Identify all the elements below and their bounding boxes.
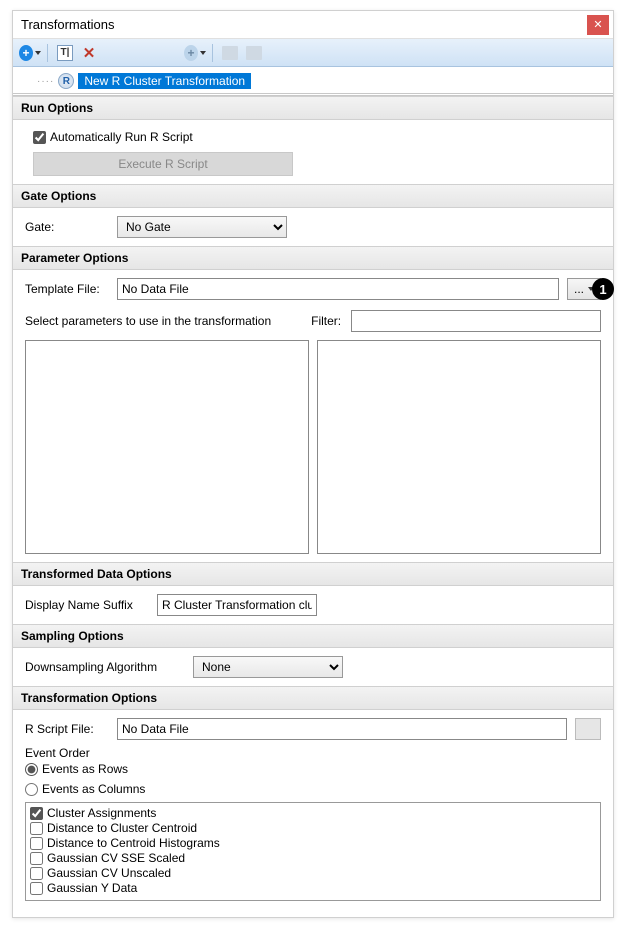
- output-option-label: Gaussian Y Data: [47, 881, 137, 895]
- output-option[interactable]: Distance to Centroid Histograms: [30, 836, 596, 850]
- output-option-checkbox[interactable]: [30, 882, 43, 895]
- gate-select[interactable]: No Gate: [117, 216, 287, 238]
- events-as-columns-input[interactable]: [25, 783, 38, 796]
- action-icon: [222, 46, 238, 60]
- output-options-list: Cluster Assignments Distance to Cluster …: [25, 802, 601, 901]
- chevron-down-icon: [200, 51, 206, 55]
- output-option[interactable]: Gaussian CV Unscaled: [30, 866, 596, 880]
- output-option-label: Distance to Centroid Histograms: [47, 836, 220, 850]
- text-edit-icon: T|: [57, 45, 73, 61]
- transformation-options-body: R Script File: Event Order Events as Row…: [13, 710, 613, 909]
- output-option-label: Cluster Assignments: [47, 806, 156, 820]
- chevron-down-icon: [35, 51, 41, 55]
- delete-button[interactable]: ✕: [78, 42, 100, 64]
- action-icon: [246, 46, 262, 60]
- filter-input[interactable]: [351, 310, 601, 332]
- window-title: Transformations: [21, 17, 587, 32]
- close-icon: ✕: [593, 18, 602, 31]
- titlebar: Transformations ✕: [13, 11, 613, 39]
- close-button[interactable]: ✕: [587, 15, 609, 35]
- transformation-options-header: Transformation Options: [13, 686, 613, 710]
- template-file-input[interactable]: [117, 278, 559, 300]
- downsampling-select[interactable]: None: [193, 656, 343, 678]
- r-icon: R: [58, 73, 74, 89]
- r-script-file-input[interactable]: [117, 718, 567, 740]
- r-script-browse-button[interactable]: [575, 718, 601, 740]
- toolbar-action-a[interactable]: [219, 42, 241, 64]
- gate-label: Gate:: [25, 220, 109, 234]
- output-option-label: Gaussian CV Unscaled: [47, 866, 171, 880]
- display-name-suffix-input[interactable]: [157, 594, 317, 616]
- auto-run-label: Automatically Run R Script: [50, 130, 193, 144]
- gate-options-body: Gate: No Gate: [13, 208, 613, 246]
- add-item-button[interactable]: +: [184, 42, 206, 64]
- tree-item[interactable]: ···· R New R Cluster Transformation: [21, 73, 605, 89]
- gate-options-header: Gate Options: [13, 184, 613, 208]
- toolbar-separator: [47, 44, 48, 62]
- output-option[interactable]: Gaussian Y Data: [30, 881, 596, 895]
- template-file-label: Template File:: [25, 282, 109, 296]
- ellipsis-icon: ...: [574, 282, 584, 296]
- sampling-options-body: Downsampling Algorithm None: [13, 648, 613, 686]
- events-as-columns-label: Events as Columns: [42, 782, 145, 796]
- toolbar-action-b[interactable]: [243, 42, 265, 64]
- events-as-columns-radio[interactable]: Events as Columns: [25, 782, 601, 796]
- run-options-header: Run Options: [13, 96, 613, 120]
- auto-run-checkbox[interactable]: Automatically Run R Script: [33, 130, 601, 144]
- sampling-options-header: Sampling Options: [13, 624, 613, 648]
- output-option[interactable]: Distance to Cluster Centroid: [30, 821, 596, 835]
- add-transformation-button[interactable]: +: [19, 42, 41, 64]
- output-option-checkbox[interactable]: [30, 822, 43, 835]
- output-option-checkbox[interactable]: [30, 837, 43, 850]
- event-order-label: Event Order: [25, 746, 601, 760]
- output-option-checkbox[interactable]: [30, 807, 43, 820]
- tree-connector: ····: [37, 76, 54, 87]
- auto-run-checkbox-input[interactable]: [33, 131, 46, 144]
- selected-parameters-list[interactable]: [317, 340, 601, 554]
- events-as-rows-label: Events as Rows: [42, 762, 128, 776]
- display-name-suffix-label: Display Name Suffix: [25, 598, 149, 612]
- filter-label: Filter:: [311, 314, 341, 328]
- output-option[interactable]: Cluster Assignments: [30, 806, 596, 820]
- delete-icon: ✕: [83, 44, 96, 62]
- execute-script-button: Execute R Script: [33, 152, 293, 176]
- execute-script-label: Execute R Script: [118, 157, 207, 171]
- rename-button[interactable]: T|: [54, 42, 76, 64]
- run-options-body: Automatically Run R Script Execute R Scr…: [13, 120, 613, 184]
- r-script-file-label: R Script File:: [25, 722, 109, 736]
- downsampling-label: Downsampling Algorithm: [25, 660, 185, 674]
- available-parameters-list[interactable]: [25, 340, 309, 554]
- output-option-label: Distance to Cluster Centroid: [47, 821, 197, 835]
- output-option-checkbox[interactable]: [30, 852, 43, 865]
- events-as-rows-input[interactable]: [25, 763, 38, 776]
- transformed-data-options-header: Transformed Data Options: [13, 562, 613, 586]
- plus-icon: +: [19, 45, 33, 61]
- transformation-tree: ···· R New R Cluster Transformation: [13, 67, 613, 96]
- select-parameters-label: Select parameters to use in the transfor…: [25, 314, 271, 328]
- tree-item-label: New R Cluster Transformation: [78, 73, 251, 89]
- output-option[interactable]: Gaussian CV SSE Scaled: [30, 851, 596, 865]
- chevron-down-icon: [588, 287, 594, 291]
- toolbar-separator: [212, 44, 213, 62]
- output-option-checkbox[interactable]: [30, 867, 43, 880]
- toolbar: + T| ✕ +: [13, 39, 613, 67]
- template-browse-button[interactable]: ...: [567, 278, 601, 300]
- parameter-options-header: Parameter Options: [13, 246, 613, 270]
- output-option-label: Gaussian CV SSE Scaled: [47, 851, 185, 865]
- parameter-options-body: Template File: ... Select parameters to …: [13, 270, 613, 562]
- events-as-rows-radio[interactable]: Events as Rows: [25, 762, 601, 776]
- transformed-data-options-body: Display Name Suffix: [13, 586, 613, 624]
- plus-icon: +: [184, 45, 198, 61]
